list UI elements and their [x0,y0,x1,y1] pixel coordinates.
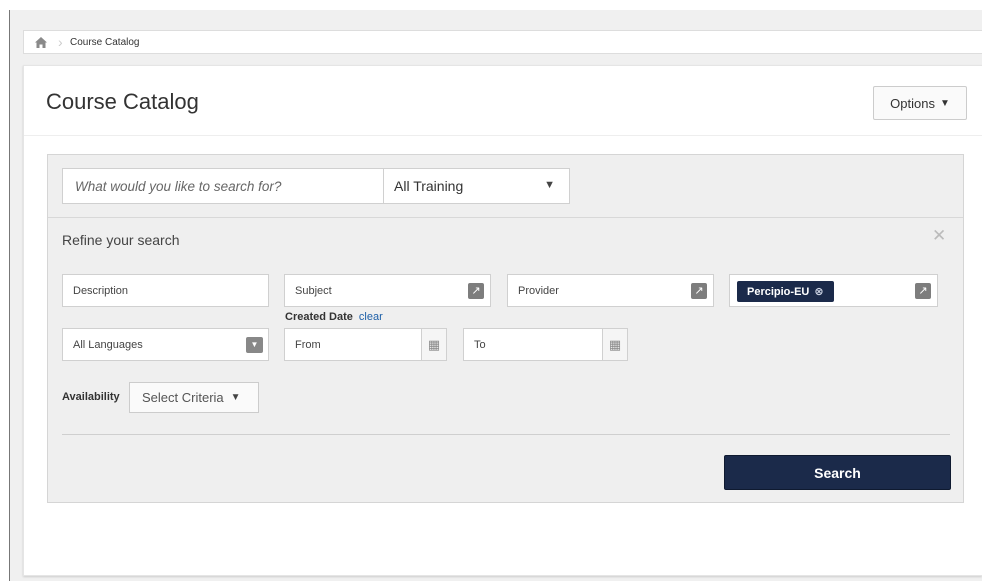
language-select[interactable]: All Languages ▼ [62,328,269,361]
to-date-field[interactable]: To ▦ [463,328,628,361]
training-type-select[interactable]: All Training ▼ [383,168,570,204]
caret-down-icon: ▼ [544,179,555,191]
remove-tag-icon[interactable]: ⊗ [814,285,823,298]
home-icon[interactable] [24,31,58,53]
breadcrumb-separator-icon: › [58,34,63,50]
search-panel: What would you like to search for? All T… [47,154,964,503]
to-date-placeholder: To [474,338,486,351]
training-type-value: All Training [394,178,464,194]
language-value: All Languages [73,338,143,351]
page-title: Course Catalog [46,89,199,114]
created-date-clear-link[interactable]: clear [359,311,383,323]
provider-tag-label: Percipio-EU [747,285,810,298]
calendar-icon[interactable]: ▦ [602,329,627,360]
panel-divider [48,217,963,218]
subject-placeholder: Subject [295,284,332,297]
provider-placeholder: Provider [518,284,559,297]
breadcrumb-item-course-catalog[interactable]: Course Catalog [66,37,139,48]
created-date-text: Created Date [285,311,353,323]
external-link-icon[interactable]: ↗ [468,283,484,299]
external-link-icon[interactable]: ↗ [691,283,707,299]
selected-provider-field[interactable]: Percipio-EU ⊗ ↗ [729,274,938,307]
from-date-field[interactable]: From ▦ [284,328,447,361]
search-input[interactable]: What would you like to search for? [62,168,384,204]
options-button[interactable]: Options ▼ [873,86,967,120]
provider-tag[interactable]: Percipio-EU ⊗ [737,281,834,302]
description-placeholder: Description [73,284,129,297]
actions-divider [62,434,950,435]
caret-down-icon: ▼ [230,392,241,403]
refine-search-title: Refine your search [62,232,180,248]
calendar-icon[interactable]: ▦ [421,329,446,360]
caret-down-icon: ▼ [939,97,950,109]
availability-value: Select Criteria [142,390,224,405]
external-link-icon[interactable]: ↗ [915,283,931,299]
from-date-placeholder: From [295,338,321,351]
search-button[interactable]: Search [724,455,951,490]
home-icon-svg [35,36,47,48]
created-date-label: Created Date clear [285,311,383,323]
subject-field[interactable]: Subject ↗ [284,274,491,307]
breadcrumb: › Course Catalog [23,30,982,54]
provider-field[interactable]: Provider ↗ [507,274,714,307]
course-catalog-card: Course Catalog Options ▼ What would you … [23,65,982,576]
title-divider [24,135,982,136]
availability-select[interactable]: Select Criteria ▼ [129,382,259,413]
availability-label: Availability [62,391,120,403]
caret-down-icon: ▼ [246,337,263,353]
description-field[interactable]: Description [62,274,269,307]
options-button-label: Options [890,95,935,111]
close-icon[interactable]: ✕ [932,226,946,246]
